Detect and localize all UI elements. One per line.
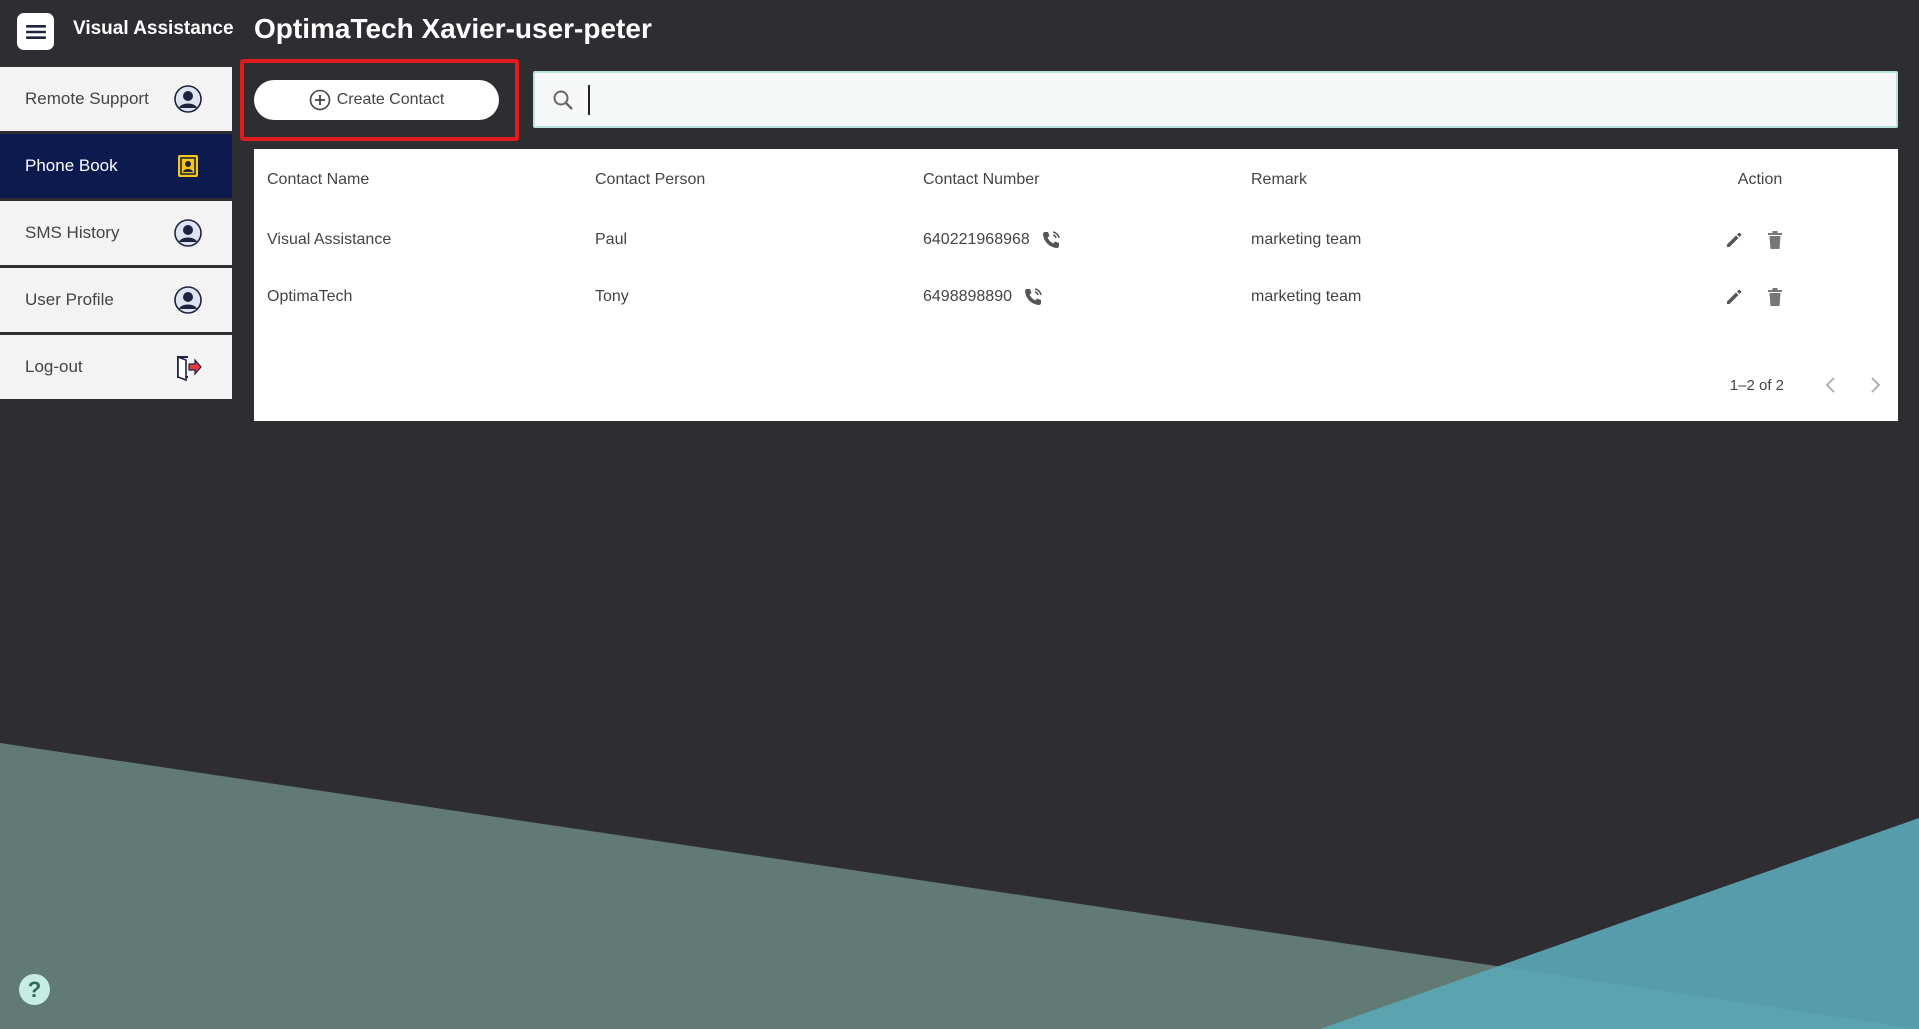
logout-icon: [174, 353, 202, 381]
column-header-contact-name[interactable]: Contact Name: [267, 160, 369, 200]
action-cell: [1694, 277, 1814, 317]
contact-name-cell: Visual Assistance: [267, 231, 392, 248]
page-title: OptimaTech Xavier-user-peter: [254, 13, 652, 44]
sidebar-item-label: Phone Book: [25, 156, 118, 175]
contacts-table: Contact Name Contact Person Contact Numb…: [254, 149, 1898, 421]
sidebar: Remote Support Phone Book SMS History Us…: [0, 67, 232, 402]
phone-call-icon[interactable]: [1040, 229, 1062, 251]
sidebar-item-logout[interactable]: Log-out: [0, 335, 232, 399]
contact-name-cell: OptimaTech: [267, 288, 353, 305]
create-contact-button[interactable]: Create Contact: [254, 80, 499, 120]
app-title: Visual Assistance: [73, 18, 234, 39]
sidebar-item-user-profile[interactable]: User Profile: [0, 268, 232, 332]
sidebar-item-remote-support[interactable]: Remote Support: [0, 67, 232, 131]
table-row: Visual Assistance Paul 640221968968 mark…: [254, 220, 1898, 260]
remark-cell: marketing team: [1251, 231, 1362, 248]
user-avatar-icon: [174, 85, 202, 113]
sidebar-item-phone-book[interactable]: Phone Book: [0, 134, 232, 198]
search-input[interactable]: [588, 84, 1788, 115]
column-header-contact-number[interactable]: Contact Number: [923, 160, 1040, 200]
search-icon: [553, 90, 573, 110]
contact-person-cell: Paul: [595, 231, 628, 248]
action-cell: [1694, 220, 1814, 260]
column-header-contact-person[interactable]: Contact Person: [595, 160, 705, 200]
contact-person-cell: Tony: [595, 288, 629, 305]
contact-book-icon: [174, 152, 202, 180]
user-avatar-icon: [174, 286, 202, 314]
phone-call-icon[interactable]: [1022, 286, 1044, 308]
delete-icon[interactable]: [1766, 230, 1784, 250]
hamburger-menu-icon: [25, 24, 46, 39]
user-avatar-icon: [174, 219, 202, 247]
edit-icon[interactable]: [1724, 230, 1744, 250]
previous-page-icon[interactable]: [1824, 376, 1838, 394]
sidebar-item-label: SMS History: [25, 223, 120, 242]
pagination-range: 1–2 of 2: [1729, 376, 1784, 394]
search-bar[interactable]: [533, 71, 1898, 128]
sidebar-item-label: User Profile: [25, 290, 114, 309]
table-header-row: Contact Name Contact Person Contact Numb…: [254, 160, 1898, 200]
sidebar-item-label: Remote Support: [25, 89, 149, 108]
menu-button[interactable]: [17, 13, 54, 50]
app-screen: Visual Assistance OptimaTech Xavier-user…: [0, 0, 1919, 1029]
next-page-icon[interactable]: [1868, 376, 1882, 394]
pagination: 1–2 of 2: [1730, 373, 1882, 397]
sidebar-item-label: Log-out: [25, 357, 83, 376]
sidebar-item-sms-history[interactable]: SMS History: [0, 201, 232, 265]
contact-number-text: 6498898890: [923, 288, 1012, 305]
create-contact-label: Create Contact: [336, 91, 445, 108]
remark-cell: marketing team: [1251, 288, 1362, 305]
delete-icon[interactable]: [1766, 287, 1784, 307]
edit-icon[interactable]: [1724, 287, 1744, 307]
contact-number-cell: 6498898890: [923, 277, 1044, 317]
contact-number-cell: 640221968968: [923, 220, 1062, 260]
column-header-remark[interactable]: Remark: [1251, 160, 1307, 200]
help-button[interactable]: ?: [19, 974, 50, 1005]
column-header-action: Action: [1737, 171, 1783, 188]
contact-number-text: 640221968968: [923, 231, 1030, 248]
table-row: OptimaTech Tony 6498898890 marketing tea…: [254, 277, 1898, 317]
add-circle-icon: [309, 89, 330, 111]
